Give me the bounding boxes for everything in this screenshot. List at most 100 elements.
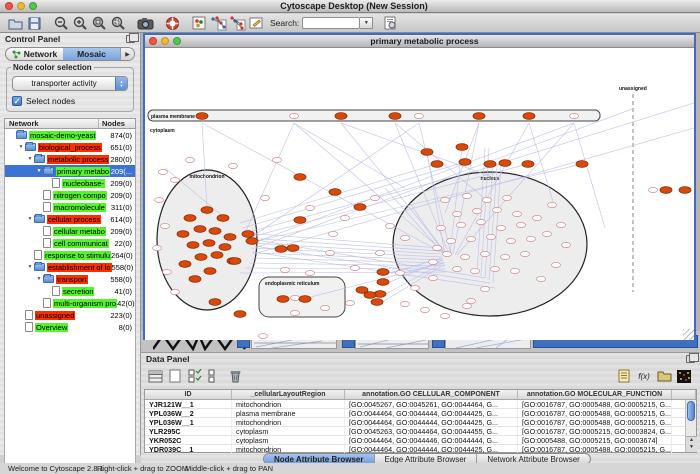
network-node[interactable] <box>219 244 231 251</box>
network-node[interactable] <box>364 292 376 299</box>
network-node[interactable] <box>513 211 522 216</box>
tree-row[interactable]: cell communicat22(0) <box>5 237 135 249</box>
network-node[interactable] <box>376 250 385 255</box>
frame-minimize-icon[interactable] <box>161 37 169 45</box>
network-node[interactable] <box>467 298 476 303</box>
tree-row[interactable]: nitrogen compo209(0) <box>5 189 135 201</box>
zoom-out-icon[interactable] <box>52 15 70 32</box>
zoom-fit-icon[interactable] <box>90 15 108 32</box>
network-node[interactable] <box>242 231 254 238</box>
network-node[interactable] <box>483 197 492 202</box>
network-node[interactable] <box>203 240 215 247</box>
network-node[interactable] <box>523 113 535 120</box>
network-node[interactable] <box>161 223 170 228</box>
network-node[interactable] <box>481 286 490 291</box>
network-node[interactable] <box>461 254 470 259</box>
network-node[interactable] <box>503 195 512 200</box>
scrollbar-thumb[interactable] <box>687 401 695 421</box>
tabs-overflow-icon[interactable]: ▶ <box>120 48 134 60</box>
network-node[interactable] <box>321 305 330 310</box>
search-dropdown-icon[interactable]: ▼ <box>360 17 373 29</box>
network-node[interactable] <box>211 252 223 259</box>
network-node[interactable] <box>562 242 571 247</box>
zoom-window-icon[interactable] <box>29 2 37 10</box>
snapshot-icon[interactable] <box>136 15 154 32</box>
import-folder-icon[interactable] <box>655 368 673 385</box>
network-node[interactable] <box>189 276 201 283</box>
network-node[interactable] <box>507 238 516 243</box>
network-node[interactable] <box>195 254 207 261</box>
tree-row[interactable]: macromolecule311(0) <box>5 201 135 213</box>
table-row[interactable]: YPL036W__1mitochondrion[GO:0044464, GO:0… <box>145 418 696 427</box>
network-node[interactable] <box>463 303 472 308</box>
tree-expand-icon[interactable]: ▼ <box>26 156 34 162</box>
new-page-icon[interactable] <box>166 368 184 385</box>
network-node[interactable] <box>557 222 566 227</box>
network-node[interactable] <box>187 242 199 249</box>
network-node[interactable] <box>326 250 335 255</box>
network-node[interactable] <box>415 113 424 118</box>
tree-expand-icon[interactable]: ▼ <box>35 168 43 174</box>
network-node[interactable] <box>447 238 456 243</box>
layout-edges-icon[interactable] <box>228 15 246 32</box>
network-node[interactable] <box>177 231 189 238</box>
network-node[interactable] <box>354 204 366 211</box>
network-node[interactable] <box>570 113 579 118</box>
network-node[interactable] <box>660 187 672 194</box>
annotation-icon[interactable] <box>247 15 265 32</box>
network-node[interactable] <box>441 313 450 318</box>
tree-row[interactable]: ▼biological_process651(0) <box>5 141 135 153</box>
network-node[interactable] <box>291 295 300 300</box>
network-node[interactable] <box>287 245 299 252</box>
network-node[interactable] <box>396 270 405 275</box>
node-color-dropdown[interactable]: transporter activity ▲▼ <box>12 76 128 91</box>
network-node[interactable] <box>649 187 658 192</box>
advanced-search-icon[interactable] <box>381 15 399 32</box>
minimize-window-icon[interactable] <box>17 2 25 10</box>
network-node[interactable] <box>543 231 552 236</box>
network-node[interactable] <box>527 236 536 241</box>
notepad-icon[interactable] <box>615 368 633 385</box>
network-node[interactable] <box>576 161 588 168</box>
network-node[interactable] <box>246 238 258 245</box>
column-header[interactable]: ID <box>145 390 232 399</box>
tab-mosaic[interactable]: Mosaic <box>63 48 120 60</box>
tree-row[interactable]: ▼metabolic process280(0) <box>5 153 135 165</box>
trash-icon[interactable] <box>226 368 244 385</box>
network-node[interactable] <box>401 301 410 306</box>
network-node[interactable] <box>291 310 300 315</box>
network-node[interactable] <box>457 222 466 227</box>
tree-row[interactable]: nucleobase-209(0) <box>5 177 135 189</box>
network-node[interactable] <box>401 235 410 240</box>
tree-row[interactable]: unassigned223(0) <box>5 309 135 321</box>
unselect-attributes-icon[interactable] <box>206 368 224 385</box>
network-node[interactable] <box>290 113 299 118</box>
network-node[interactable] <box>329 189 341 196</box>
network-node[interactable] <box>204 268 216 275</box>
network-node[interactable] <box>491 266 500 271</box>
column-header[interactable]: _cellularLayoutRegion <box>232 390 345 399</box>
network-node[interactable] <box>351 265 360 270</box>
network-node[interactable] <box>456 144 468 151</box>
network-node[interactable] <box>429 259 438 264</box>
network-node[interactable] <box>484 161 496 168</box>
network-node[interactable] <box>477 219 486 224</box>
tree-row[interactable]: ▼primary metabo209(... <box>5 165 135 177</box>
network-node[interactable] <box>453 266 462 271</box>
tree-row[interactable]: mosaic-demo-yeast874(0) <box>5 129 135 141</box>
frame-zoom-icon[interactable] <box>173 37 181 45</box>
table-scrollbar[interactable]: ▲▼ <box>685 400 696 452</box>
network-node[interactable] <box>229 258 241 265</box>
network-node[interactable] <box>273 157 282 162</box>
network-node[interactable] <box>186 157 195 162</box>
network-node[interactable] <box>487 234 496 239</box>
tree-row[interactable]: ▼cellular process614(0) <box>5 213 135 225</box>
network-node[interactable] <box>501 254 510 259</box>
network-node[interactable] <box>511 268 520 273</box>
network-node[interactable] <box>306 270 315 275</box>
network-node[interactable] <box>411 285 420 290</box>
network-node[interactable] <box>371 299 383 306</box>
network-node[interactable] <box>522 161 534 168</box>
network-node[interactable] <box>294 174 306 181</box>
network-node[interactable] <box>471 268 480 273</box>
